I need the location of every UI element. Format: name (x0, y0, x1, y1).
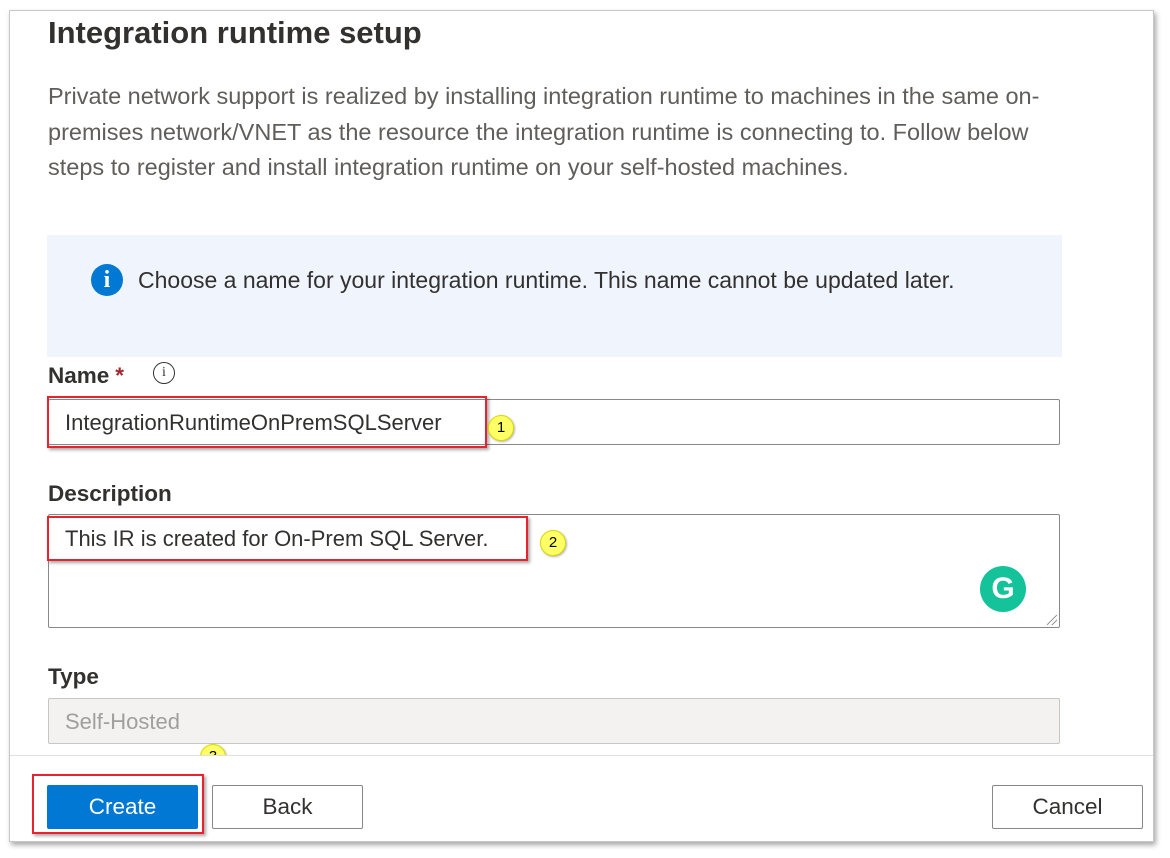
annotation-box-create (32, 774, 204, 834)
name-info-icon[interactable]: i (153, 362, 175, 384)
required-marker: * (115, 363, 125, 388)
cancel-button[interactable]: Cancel (992, 785, 1143, 829)
annotation-box-name (47, 396, 487, 448)
panel-content[interactable]: Integration runtime setup Private networ… (10, 11, 1153, 755)
grammarly-icon[interactable]: G (980, 566, 1026, 612)
panel-footer: Create Back Cancel (10, 755, 1153, 841)
description-label: Description (48, 481, 172, 506)
info-message-bar: i Choose a name for your integration run… (47, 235, 1062, 357)
info-message-text: Choose a name for your integration runti… (138, 267, 955, 293)
type-input: Self-Hosted (48, 698, 1060, 744)
resize-grip-icon[interactable] (1047, 615, 1057, 625)
annotation-marker-1: 1 (488, 415, 514, 441)
annotation-box-description (47, 516, 528, 561)
info-icon: i (91, 264, 123, 296)
panel-title: Integration runtime setup (48, 15, 422, 50)
name-label: Name * (48, 363, 124, 389)
panel-description: Private network support is realized by i… (48, 83, 1040, 180)
back-button[interactable]: Back (212, 785, 363, 829)
annotation-marker-2: 2 (540, 530, 566, 556)
annotation-marker-3: 3 (200, 744, 226, 755)
integration-runtime-setup-panel: Integration runtime setup Private networ… (9, 10, 1154, 842)
type-label: Type (48, 664, 99, 689)
name-label-text: Name (48, 363, 110, 388)
